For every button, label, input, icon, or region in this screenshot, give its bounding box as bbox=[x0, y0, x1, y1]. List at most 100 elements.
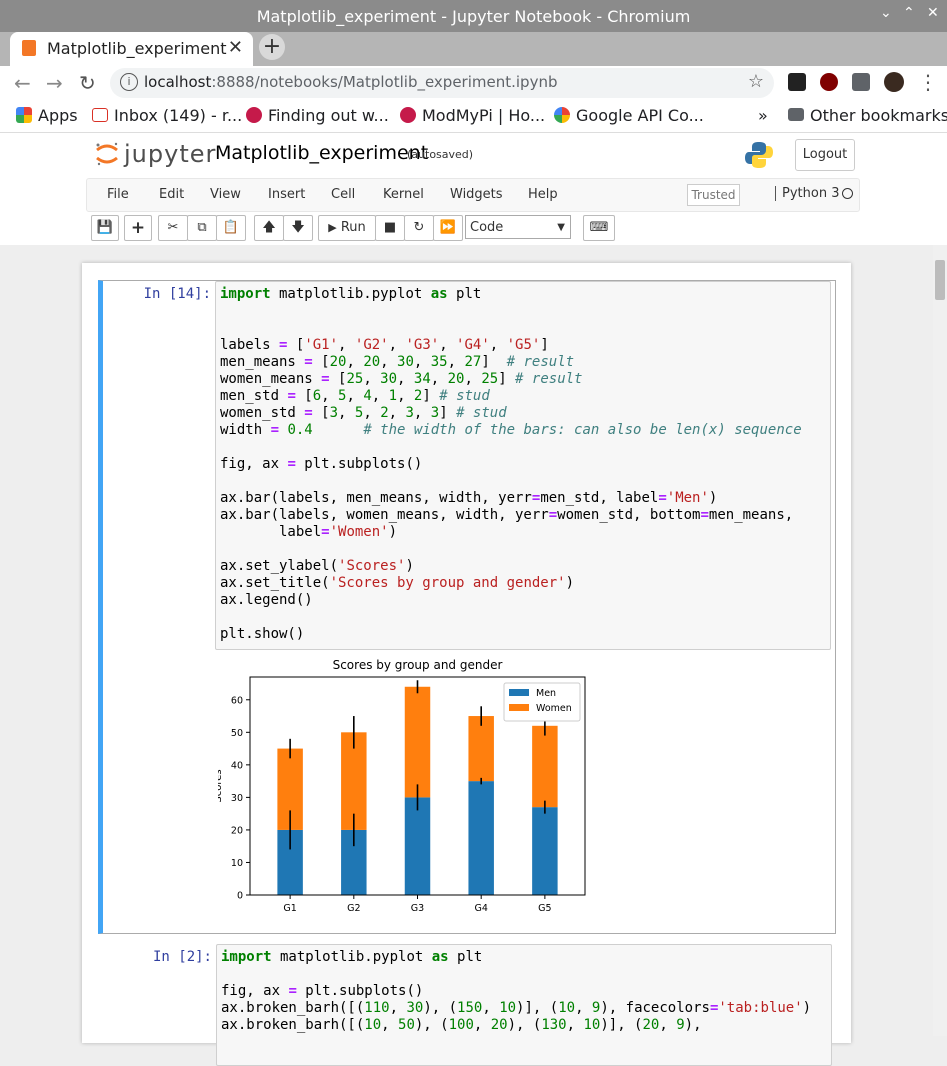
reload-icon[interactable]: ↻ bbox=[79, 71, 96, 95]
code-line: ax.broken_barh([(10, 50), (100, 20), (13… bbox=[221, 1017, 702, 1033]
bookmarks-overflow-button[interactable]: » bbox=[758, 106, 768, 125]
legend-swatch-women bbox=[509, 704, 529, 711]
bookmark-modmypi[interactable]: ModMyPi | Ho... bbox=[400, 106, 545, 125]
bar-chart-output: Scores by group and gender Scores 0 10 20 30 4… bbox=[218, 658, 586, 914]
window-title: Matplotlib_experiment - Jupyter Notebook… bbox=[256, 7, 691, 26]
logout-button[interactable]: Logout bbox=[795, 139, 855, 171]
url-text[interactable]: localhost:8888/notebooks/Matplotlib_expe… bbox=[144, 73, 558, 91]
move-down-arrow-icon[interactable]: 🡇 bbox=[283, 215, 313, 241]
cut-scissors-icon[interactable]: ✂ bbox=[158, 215, 188, 241]
notebook-container: In [14]: import matplotlib.pyplot as plt… bbox=[82, 263, 851, 1066]
jupyter-notebook-icon bbox=[22, 40, 36, 56]
y-tick-label: 40 bbox=[231, 760, 243, 771]
y-tick-label: 0 bbox=[237, 891, 243, 902]
minimize-chevron-icon[interactable]: ⌄ bbox=[880, 5, 892, 21]
restart-run-all-icon[interactable]: ⏩ bbox=[433, 215, 463, 241]
bookmarks-bar: Apps Inbox (149) - r... Finding out w...… bbox=[0, 100, 947, 133]
bookmark-star-icon[interactable]: ☆ bbox=[748, 71, 764, 92]
x-tick-label: G3 bbox=[411, 903, 424, 914]
new-tab-button[interactable]: + bbox=[259, 34, 285, 60]
code-line: ax.set_title('Scores by group and gender… bbox=[220, 575, 575, 591]
code-editor[interactable]: import matplotlib.pyplot as plt labels =… bbox=[216, 282, 830, 647]
apps-grid-icon bbox=[16, 107, 32, 123]
code-line: men_std = [6, 5, 4, 1, 2] # stud bbox=[220, 388, 490, 404]
insert-cell-plus-icon[interactable]: + bbox=[124, 215, 152, 241]
cell-type-select[interactable]: Code ▼ bbox=[465, 215, 571, 239]
code-line: ax.legend() bbox=[220, 592, 313, 608]
y-tick-label: 60 bbox=[231, 695, 243, 706]
address-bar[interactable]: i localhost:8888/notebooks/Matplotlib_ex… bbox=[110, 68, 774, 98]
chevron-down-icon: ▼ bbox=[557, 222, 565, 233]
menu-file[interactable]: File bbox=[107, 187, 129, 202]
command-palette-keyboard-icon[interactable]: ⌨ bbox=[583, 215, 615, 241]
code-line: ax.set_ylabel('Scores') bbox=[220, 558, 414, 574]
tab-title: Matplotlib_experiment - Jupyter bbox=[47, 39, 227, 58]
code-line: ax.bar(labels, women_means, width, yerr=… bbox=[220, 507, 794, 523]
cell-input-area[interactable]: import matplotlib.pyplot as plt fig, ax … bbox=[216, 944, 832, 1066]
back-arrow-icon[interactable]: ← bbox=[14, 71, 31, 95]
interrupt-stop-icon[interactable]: ■ bbox=[375, 215, 405, 241]
code-line: women_means = [25, 30, 34, 20, 25] # res… bbox=[220, 371, 583, 387]
folder-icon bbox=[788, 108, 804, 121]
y-tick-label: 10 bbox=[231, 858, 243, 869]
scrollbar-thumb[interactable] bbox=[935, 260, 945, 300]
profile-avatar[interactable] bbox=[884, 72, 904, 92]
menubar: File Edit View Insert Cell Kernel Widget… bbox=[86, 178, 860, 212]
move-up-arrow-icon[interactable]: 🡅 bbox=[254, 215, 284, 241]
code-line: fig, ax = plt.subplots() bbox=[221, 983, 424, 999]
bookmark-finding-out[interactable]: Finding out w... bbox=[246, 106, 389, 125]
forward-arrow-icon[interactable]: → bbox=[46, 71, 63, 95]
kernel-name[interactable]: Python 3 bbox=[775, 186, 839, 201]
bookmark-apps[interactable]: Apps bbox=[16, 106, 78, 125]
legend-label-women: Women bbox=[536, 703, 572, 714]
code-line: fig, ax = plt.subplots() bbox=[220, 456, 423, 472]
menu-insert[interactable]: Insert bbox=[268, 187, 305, 202]
y-axis-label: Scores bbox=[218, 769, 224, 802]
ublock-icon[interactable] bbox=[820, 73, 838, 91]
code-cell[interactable]: In [2]: import matplotlib.pyplot as plt … bbox=[98, 943, 838, 1066]
tab-close-icon[interactable]: ✕ bbox=[228, 37, 243, 58]
paste-icon[interactable]: 📋 bbox=[216, 215, 246, 241]
bar-men-g4 bbox=[468, 781, 494, 895]
menu-kernel[interactable]: Kernel bbox=[383, 187, 424, 202]
bookmark-inbox[interactable]: Inbox (149) - r... bbox=[92, 106, 242, 125]
y-tick-label: 20 bbox=[231, 825, 243, 836]
browser-tab[interactable]: Matplotlib_experiment - Jupyter ✕ bbox=[10, 32, 253, 66]
kernel-idle-indicator-icon bbox=[842, 188, 853, 199]
code-line: ax.broken_barh([(110, 30), (150, 10)], (… bbox=[221, 1000, 812, 1016]
menu-widgets[interactable]: Widgets bbox=[450, 187, 503, 202]
run-button[interactable]: ▶ Run bbox=[318, 215, 376, 241]
x-tick-label: G5 bbox=[538, 903, 551, 914]
notebook-area: In [14]: import matplotlib.pyplot as plt… bbox=[0, 245, 947, 1066]
save-icon[interactable]: 💾 bbox=[91, 215, 119, 241]
menu-view[interactable]: View bbox=[210, 187, 241, 202]
extensions-puzzle-icon[interactable] bbox=[852, 73, 870, 91]
menu-edit[interactable]: Edit bbox=[159, 187, 184, 202]
gmail-icon bbox=[92, 108, 108, 122]
x-tick-label: G4 bbox=[474, 903, 487, 914]
menu-cell[interactable]: Cell bbox=[331, 187, 355, 202]
copy-icon[interactable]: ⧉ bbox=[187, 215, 217, 241]
code-editor[interactable]: import matplotlib.pyplot as plt fig, ax … bbox=[217, 945, 831, 1038]
restart-kernel-icon[interactable]: ↻ bbox=[404, 215, 434, 241]
extension-h-icon[interactable] bbox=[788, 73, 806, 91]
cell-input-area[interactable]: import matplotlib.pyplot as plt labels =… bbox=[215, 281, 831, 650]
other-bookmarks[interactable]: Other bookmarks bbox=[788, 106, 947, 125]
page-scrollbar[interactable] bbox=[933, 245, 947, 1036]
bookmark-google-api[interactable]: Google API Co... bbox=[554, 106, 704, 125]
menu-help[interactable]: Help bbox=[528, 187, 558, 202]
code-cell-selected[interactable]: In [14]: import matplotlib.pyplot as plt… bbox=[98, 280, 836, 934]
jupyter-logo-icon[interactable] bbox=[94, 141, 120, 167]
jupyter-logo-text[interactable]: jupyter bbox=[124, 140, 216, 168]
close-window-icon[interactable]: ✕ bbox=[927, 5, 939, 21]
code-line: width = 0.4 # the width of the bars: can… bbox=[220, 422, 802, 438]
notebook-name[interactable]: Matplotlib_experiment bbox=[215, 142, 428, 164]
maximize-chevron-icon[interactable]: ⌃ bbox=[903, 5, 915, 21]
tab-strip: Matplotlib_experiment - Jupyter ✕ + bbox=[0, 32, 947, 66]
trusted-badge[interactable]: Trusted bbox=[687, 184, 740, 206]
run-play-icon: ▶ bbox=[328, 221, 337, 234]
menu-kebab-icon[interactable]: ⋮ bbox=[918, 70, 938, 94]
site-info-icon[interactable]: i bbox=[120, 73, 138, 91]
x-tick-label: G2 bbox=[347, 903, 360, 914]
bar-men-g3 bbox=[404, 797, 431, 895]
